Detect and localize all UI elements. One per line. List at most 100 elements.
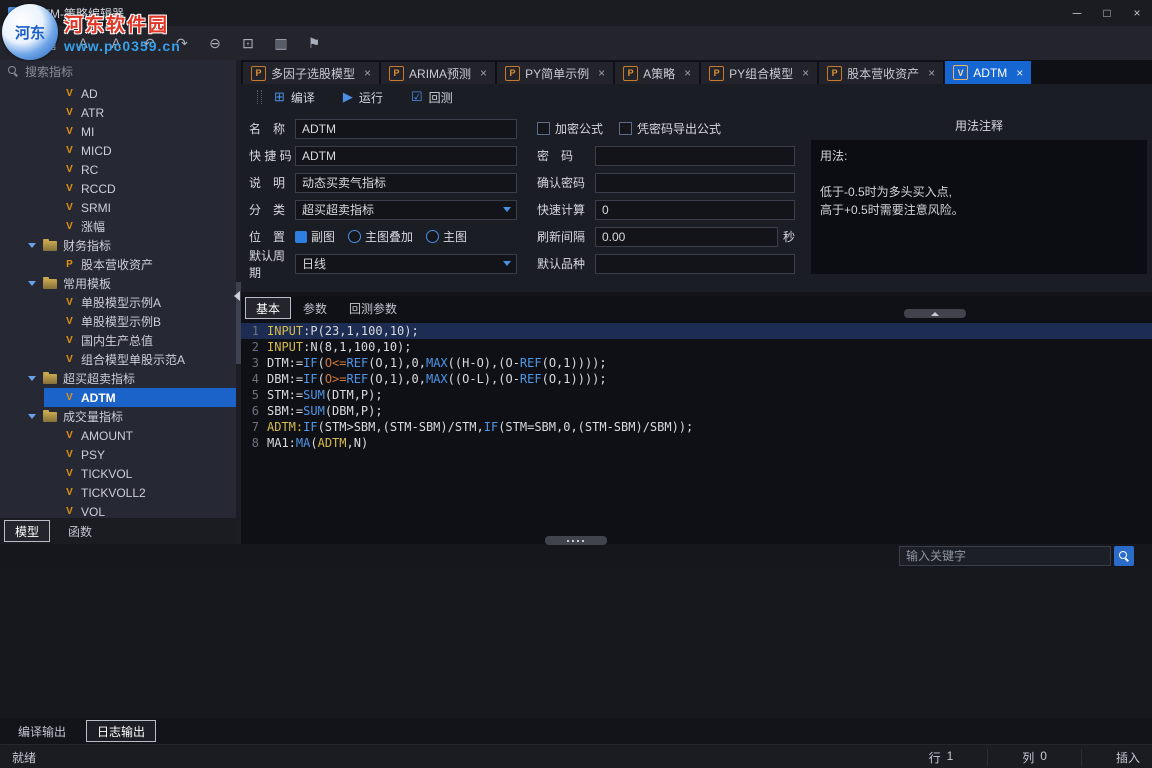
editor-tab-参数[interactable]: 参数 bbox=[293, 298, 337, 318]
output-tab-编译输出[interactable]: 编译输出 bbox=[8, 721, 76, 741]
code-line[interactable]: 1INPUT:P(23,1,100,10); bbox=[241, 323, 1152, 339]
close-icon[interactable]: × bbox=[364, 66, 371, 80]
output-splitter-handle[interactable] bbox=[545, 536, 607, 545]
chevron-down-icon[interactable] bbox=[28, 281, 36, 286]
tree-item[interactable]: VATR bbox=[0, 103, 236, 122]
keyword-search-button[interactable] bbox=[1114, 546, 1134, 566]
tree-folder[interactable]: 财务指标 bbox=[0, 236, 236, 255]
password-field[interactable] bbox=[595, 146, 795, 166]
code-line[interactable]: 3DTM:=IF(O<=REF(O,1),0,MAX((H-O),(O-REF(… bbox=[241, 355, 1152, 371]
position-radio[interactable]: 副图 bbox=[295, 228, 335, 245]
close-icon[interactable]: × bbox=[802, 66, 809, 80]
tree-item[interactable]: VTICKVOLL2 bbox=[0, 483, 236, 502]
close-icon[interactable]: × bbox=[1016, 66, 1023, 80]
quick-calc-field[interactable]: 0 bbox=[595, 200, 795, 220]
code-line[interactable]: 7ADTM:IF(STM>SBM,(STM-SBM)/STM,IF(STM=SB… bbox=[241, 419, 1152, 435]
tree-item-label: PSY bbox=[81, 448, 105, 462]
tree-item[interactable]: VADTM bbox=[44, 388, 236, 407]
tree-item[interactable]: V组合模型单股示范A bbox=[0, 350, 236, 369]
sidebar-tab-模型[interactable]: 模型 bbox=[4, 520, 50, 542]
tree-item[interactable]: VPSY bbox=[0, 445, 236, 464]
chevron-down-icon[interactable] bbox=[28, 243, 36, 248]
run-button[interactable]: ▶ 运行 bbox=[343, 89, 383, 106]
tree-item[interactable]: V单股模型示例B bbox=[0, 312, 236, 331]
document-tab[interactable]: PPY组合模型× bbox=[701, 62, 817, 84]
radio-label: 主图叠加 bbox=[365, 228, 413, 245]
code-line[interactable]: 4DBM:=IF(O>=REF(O,1),0,MAX((O-L),(O-REF(… bbox=[241, 371, 1152, 387]
tree-item[interactable]: V国内生产总值 bbox=[0, 331, 236, 350]
description-field[interactable]: 动态买卖气指标 bbox=[295, 173, 517, 193]
export-icon[interactable]: ⊡ bbox=[238, 33, 258, 53]
line-number: 1 bbox=[241, 323, 259, 339]
compile-button[interactable]: ⊞ 编译 bbox=[274, 89, 315, 106]
document-tab[interactable]: PPY简单示例× bbox=[497, 62, 613, 84]
tree-folder[interactable]: 超买超卖指标 bbox=[0, 369, 236, 388]
tree-item[interactable]: V涨幅 bbox=[0, 217, 236, 236]
formula-icon: V bbox=[62, 297, 77, 308]
tree-item[interactable]: VVOL bbox=[0, 502, 236, 518]
usage-notes[interactable]: 用法: 低于-0.5时为多头买入点, 高于+0.5时需要注意风险。 bbox=[811, 140, 1147, 274]
document-tabbar: P多因子选股模型×PARIMA预测×PPY简单示例×PA策略×PPY组合模型×P… bbox=[241, 60, 1152, 84]
encrypt-checkbox[interactable]: 加密公式 bbox=[537, 120, 603, 137]
confirm-password-field[interactable] bbox=[595, 173, 795, 193]
splitter-collapse-handle[interactable] bbox=[904, 309, 966, 318]
statusbar: 就绪 行1 列0 插入 bbox=[0, 744, 1152, 768]
shortcut-field[interactable]: ADTM bbox=[295, 146, 517, 166]
backtest-button[interactable]: ☑ 回测 bbox=[411, 89, 453, 106]
close-icon[interactable]: × bbox=[480, 66, 487, 80]
name-field[interactable]: ADTM bbox=[295, 119, 517, 139]
code-line[interactable]: 6SBM:=SUM(DBM,P); bbox=[241, 403, 1152, 419]
document-tab[interactable]: P股本营收资产× bbox=[819, 62, 943, 84]
document-tab[interactable]: PA策略× bbox=[615, 62, 699, 84]
document-tab[interactable]: P多因子选股模型× bbox=[243, 62, 379, 84]
chevron-down-icon[interactable] bbox=[28, 414, 36, 419]
position-radio[interactable]: 主图 bbox=[426, 228, 467, 245]
editor-tab-基本[interactable]: 基本 bbox=[245, 297, 291, 319]
edit-flag-icon[interactable]: ⚑ bbox=[304, 33, 324, 53]
close-icon[interactable]: × bbox=[598, 66, 605, 80]
code-text: ADTM:IF(STM>SBM,(STM-SBM)/STM,IF(STM=SBM… bbox=[267, 419, 693, 435]
default-symbol-field[interactable] bbox=[595, 254, 795, 274]
code-line[interactable]: 8MA1:MA(ADTM,N) bbox=[241, 435, 1152, 451]
document-tab[interactable]: PARIMA预测× bbox=[381, 62, 495, 84]
tree-item[interactable]: VMI bbox=[0, 122, 236, 141]
period-dropdown[interactable]: 日线 bbox=[295, 254, 517, 274]
sidebar-tab-函数[interactable]: 函数 bbox=[58, 521, 102, 541]
tree-item[interactable]: VAMOUNT bbox=[0, 426, 236, 445]
code-line[interactable]: 5STM:=SUM(DTM,P); bbox=[241, 387, 1152, 403]
tree-item[interactable]: VRCCD bbox=[0, 179, 236, 198]
sidebar-search-label: 搜索指标 bbox=[25, 63, 73, 80]
tree-folder[interactable]: 常用模板 bbox=[0, 274, 236, 293]
keyword-search-input[interactable] bbox=[899, 546, 1111, 566]
code-editor[interactable]: 1INPUT:P(23,1,100,10);2INPUT:N(8,1,100,1… bbox=[241, 320, 1152, 544]
close-icon[interactable]: × bbox=[684, 66, 691, 80]
close-icon[interactable]: × bbox=[928, 66, 935, 80]
chevron-down-icon[interactable] bbox=[28, 376, 36, 381]
line-number: 8 bbox=[241, 435, 259, 451]
folder-icon bbox=[43, 374, 57, 384]
document-tab[interactable]: VADTM× bbox=[945, 61, 1031, 84]
tree-item[interactable]: VTICKVOL bbox=[0, 464, 236, 483]
position-radio[interactable]: 主图叠加 bbox=[348, 228, 413, 245]
category-dropdown[interactable]: 超买超卖指标 bbox=[295, 200, 517, 220]
sidebar-search[interactable]: 搜索指标 bbox=[0, 60, 236, 82]
refresh-interval-field[interactable]: 0.00 bbox=[595, 227, 778, 247]
code-line[interactable]: 2INPUT:N(8,1,100,10); bbox=[241, 339, 1152, 355]
tree-item[interactable]: VMICD bbox=[0, 141, 236, 160]
tree-item[interactable]: VRC bbox=[0, 160, 236, 179]
sidebar-collapse-icon[interactable] bbox=[234, 291, 240, 301]
tree-item[interactable]: VAD bbox=[0, 84, 236, 103]
output-tab-日志输出[interactable]: 日志输出 bbox=[86, 720, 156, 742]
editor-tab-回测参数[interactable]: 回测参数 bbox=[339, 298, 407, 318]
tree-item-label: 组合模型单股示范A bbox=[81, 351, 185, 368]
tree-item[interactable]: VSRMI bbox=[0, 198, 236, 217]
report-icon[interactable]: ▥ bbox=[271, 33, 291, 53]
close-button[interactable]: × bbox=[1122, 0, 1152, 26]
tree-folder[interactable]: 成交量指标 bbox=[0, 407, 236, 426]
tree-item[interactable]: P股本营收资产 bbox=[0, 255, 236, 274]
tab-label: PY组合模型 bbox=[729, 65, 793, 82]
tree-item[interactable]: V单股模型示例A bbox=[0, 293, 236, 312]
minimize-button[interactable]: ─ bbox=[1062, 0, 1092, 26]
maximize-button[interactable]: □ bbox=[1092, 0, 1122, 26]
export-with-password-checkbox[interactable]: 凭密码导出公式 bbox=[619, 120, 721, 137]
